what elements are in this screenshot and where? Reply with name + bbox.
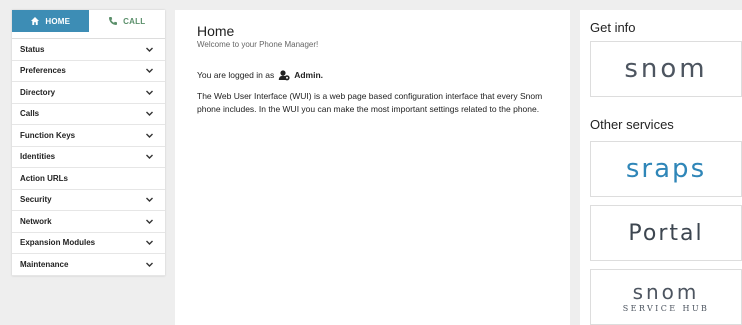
menu-item-label: Action URLs — [20, 173, 68, 183]
get-info-heading: Get info — [590, 20, 636, 35]
service-hub-link[interactable]: snom SERVICE HUB — [590, 269, 742, 325]
menu-item-maintenance[interactable]: Maintenance — [12, 254, 165, 276]
menu-item-calls[interactable]: Calls — [12, 104, 165, 125]
menu-item-function-keys[interactable]: Function Keys — [12, 125, 165, 147]
menu-item-label: Preferences — [20, 66, 66, 76]
chevron-down-icon — [145, 131, 154, 140]
chevron-down-icon — [145, 109, 154, 118]
tab-call-label: CALL — [123, 16, 146, 26]
username: Admin. — [294, 70, 324, 80]
sidebar: HOME CALL Status Preferences Directory C… — [12, 10, 165, 276]
sraps-link[interactable]: sraps — [590, 141, 742, 197]
welcome-text: Welcome to your Phone Manager! — [197, 40, 319, 49]
home-icon — [30, 16, 40, 26]
menu-item-preferences[interactable]: Preferences — [12, 61, 165, 82]
info-panel: Get info snom Other services sraps Porta… — [580, 10, 742, 325]
chevron-down-icon — [145, 217, 154, 226]
menu-item-action-urls[interactable]: Action URLs — [12, 168, 165, 190]
snom-link[interactable]: snom — [590, 41, 742, 97]
menu-item-security[interactable]: Security — [12, 190, 165, 211]
chevron-down-icon — [145, 238, 154, 247]
menu-item-label: Security — [20, 195, 52, 205]
service-hub-logo: snom SERVICE HUB — [623, 282, 710, 313]
chevron-down-icon — [145, 45, 154, 54]
wui-description: The Web User Interface (WUI) is a web pa… — [197, 91, 543, 114]
chevron-down-icon — [145, 88, 154, 97]
tab-home-label: HOME — [45, 16, 71, 26]
menu-item-label: Maintenance — [20, 259, 69, 269]
tab-bar: HOME CALL — [12, 10, 165, 32]
menu-item-expansion-modules[interactable]: Expansion Modules — [12, 233, 165, 254]
chevron-down-icon — [145, 152, 154, 161]
service-hub-logo-sub: SERVICE HUB — [622, 303, 710, 313]
snom-logo: snom — [624, 54, 708, 84]
chevron-down-icon — [145, 260, 154, 269]
tab-home[interactable]: HOME — [12, 10, 89, 32]
menu-item-label: Identities — [20, 152, 56, 162]
main-content: Home Welcome to your Phone Manager! You … — [175, 10, 570, 325]
phone-icon — [108, 16, 118, 26]
nav-menu: Status Preferences Directory Calls Funct… — [12, 38, 165, 276]
portal-link[interactable]: Portal — [590, 205, 742, 261]
chevron-down-icon — [145, 195, 154, 204]
menu-item-label: Function Keys — [20, 130, 76, 140]
chevron-down-icon — [145, 66, 154, 75]
service-hub-logo-main: snom — [632, 279, 700, 304]
menu-item-label: Status — [20, 44, 45, 54]
sraps-logo: sraps — [625, 154, 707, 184]
menu-item-label: Directory — [20, 87, 56, 97]
menu-item-directory[interactable]: Directory — [12, 82, 165, 104]
menu-item-label: Calls — [20, 109, 40, 119]
login-status: You are logged in as Admin. — [197, 69, 570, 81]
menu-item-status[interactable]: Status — [12, 39, 165, 61]
menu-item-network[interactable]: Network — [12, 211, 165, 233]
user-icon — [278, 69, 290, 81]
menu-item-label: Expansion Modules — [20, 238, 96, 248]
menu-item-identities[interactable]: Identities — [12, 147, 165, 168]
page-title: Home — [197, 23, 235, 39]
logged-in-prefix: You are logged in as — [197, 70, 275, 80]
menu-item-label: Network — [20, 216, 52, 226]
tab-call[interactable]: CALL — [88, 10, 165, 32]
other-services-heading: Other services — [590, 117, 674, 132]
portal-logo: Portal — [628, 220, 704, 246]
